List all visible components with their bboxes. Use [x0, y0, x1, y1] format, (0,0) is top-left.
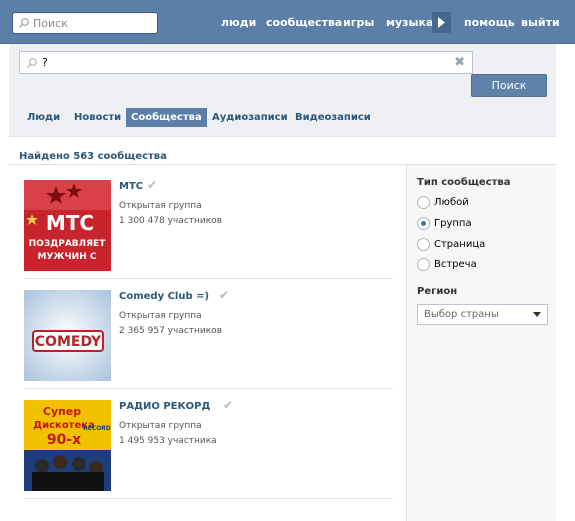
results-count: Найдено 563 сообщества [19, 151, 167, 162]
nav-communities[interactable]: сообщества [266, 16, 342, 29]
radio-label: Страница [434, 239, 486, 250]
top-search-input[interactable]: Поиск [12, 12, 158, 34]
thumb-text: Супер [43, 405, 81, 418]
radio-button[interactable] [417, 196, 430, 209]
group-type: Открытая группа [119, 201, 202, 211]
music-play-button[interactable] [432, 12, 451, 33]
play-icon [438, 17, 445, 28]
radio-button[interactable] [417, 217, 430, 230]
search-icon [19, 18, 29, 28]
region-select[interactable]: Выбор страны [417, 304, 548, 325]
search-panel: ? ✖ Поиск Люди Новости Сообщества Аудиоз… [9, 44, 556, 136]
search-query: ? [42, 56, 48, 69]
radio-button[interactable] [417, 238, 430, 251]
group-name[interactable]: РАДИО РЕКОРД [119, 401, 210, 412]
clear-search-icon[interactable]: ✖ [454, 55, 465, 70]
nav-music[interactable]: музыка [386, 16, 433, 29]
list-item: Супер Дискотека 90-х RECORD РАДИО РЕКОРД… [24, 385, 393, 495]
radio-label: Любой [434, 197, 469, 208]
group-avatar[interactable]: МТС ПОЗДРАВЛЯЕТ МУЖЧИН С [24, 180, 111, 271]
thumb-text: COMEDY [35, 334, 102, 350]
thumb-text: 90-х [47, 432, 81, 448]
community-type-heading: Тип сообщества [417, 177, 511, 188]
chevron-down-icon [533, 312, 541, 317]
top-search-placeholder: Поиск [33, 17, 68, 30]
verified-checkmark-icon: ✔ [219, 288, 230, 302]
tab-people[interactable]: Люди [22, 108, 65, 127]
tab-audio[interactable]: Аудиозаписи [207, 108, 293, 127]
results-summary-bar: Найдено 563 сообщества [9, 136, 556, 165]
main-search-input[interactable]: ? ✖ [19, 51, 473, 74]
member-count: 1 300 478 участников [119, 216, 222, 226]
nav-help[interactable]: помощь [464, 16, 515, 29]
thumb-text: МТС [46, 211, 94, 235]
group-avatar[interactable]: COMEDY [24, 290, 111, 381]
verified-checkmark-icon: ✔ [223, 398, 234, 412]
group-name[interactable]: МТС [119, 181, 143, 192]
nav-people[interactable]: люди [221, 16, 256, 29]
group-name[interactable]: Comedy Club =) [119, 291, 209, 302]
radio-label: Встреча [434, 259, 477, 270]
list-item: МТС ПОЗДРАВЛЯЕТ МУЖЧИН С МТС ✔ Открытая … [24, 165, 393, 275]
tab-news[interactable]: Новости [69, 108, 126, 127]
tab-video[interactable]: Видеозаписи [290, 108, 376, 127]
left-gutter [0, 44, 9, 521]
radio-label: Группа [434, 218, 472, 229]
group-type: Открытая группа [119, 311, 202, 321]
search-icon [27, 58, 37, 68]
list-item: COMEDY Comedy Club =) ✔ Открытая группа … [24, 275, 393, 385]
member-count: 2 365 957 участников [119, 326, 222, 336]
thumb-text: МУЖЧИН С [38, 252, 97, 262]
verified-checkmark-icon: ✔ [147, 178, 158, 192]
member-count: 1 495 953 участника [119, 436, 217, 446]
region-heading: Регион [417, 286, 458, 297]
region-select-value: Выбор страны [424, 309, 499, 320]
nav-games[interactable]: игры [343, 16, 374, 29]
thumb-text: RECORD [83, 425, 111, 432]
results-list: МТС ПОЗДРАВЛЯЕТ МУЖЧИН С МТС ✔ Открытая … [9, 165, 405, 521]
nav-logout[interactable]: выйти [521, 16, 560, 29]
thumb-text: ПОЗДРАВЛЯЕТ [29, 239, 107, 249]
tab-communities[interactable]: Сообщества [126, 108, 207, 127]
top-bar: Поиск люди сообщества игры музыка помощь… [0, 0, 575, 44]
search-button[interactable]: Поиск [471, 74, 547, 97]
group-avatar[interactable]: Супер Дискотека 90-х RECORD [24, 400, 111, 491]
divider [24, 498, 393, 499]
filter-panel: Тип сообщества Любой Группа Страница Вст… [406, 165, 556, 521]
radio-button[interactable] [417, 258, 430, 271]
group-type: Открытая группа [119, 421, 202, 431]
